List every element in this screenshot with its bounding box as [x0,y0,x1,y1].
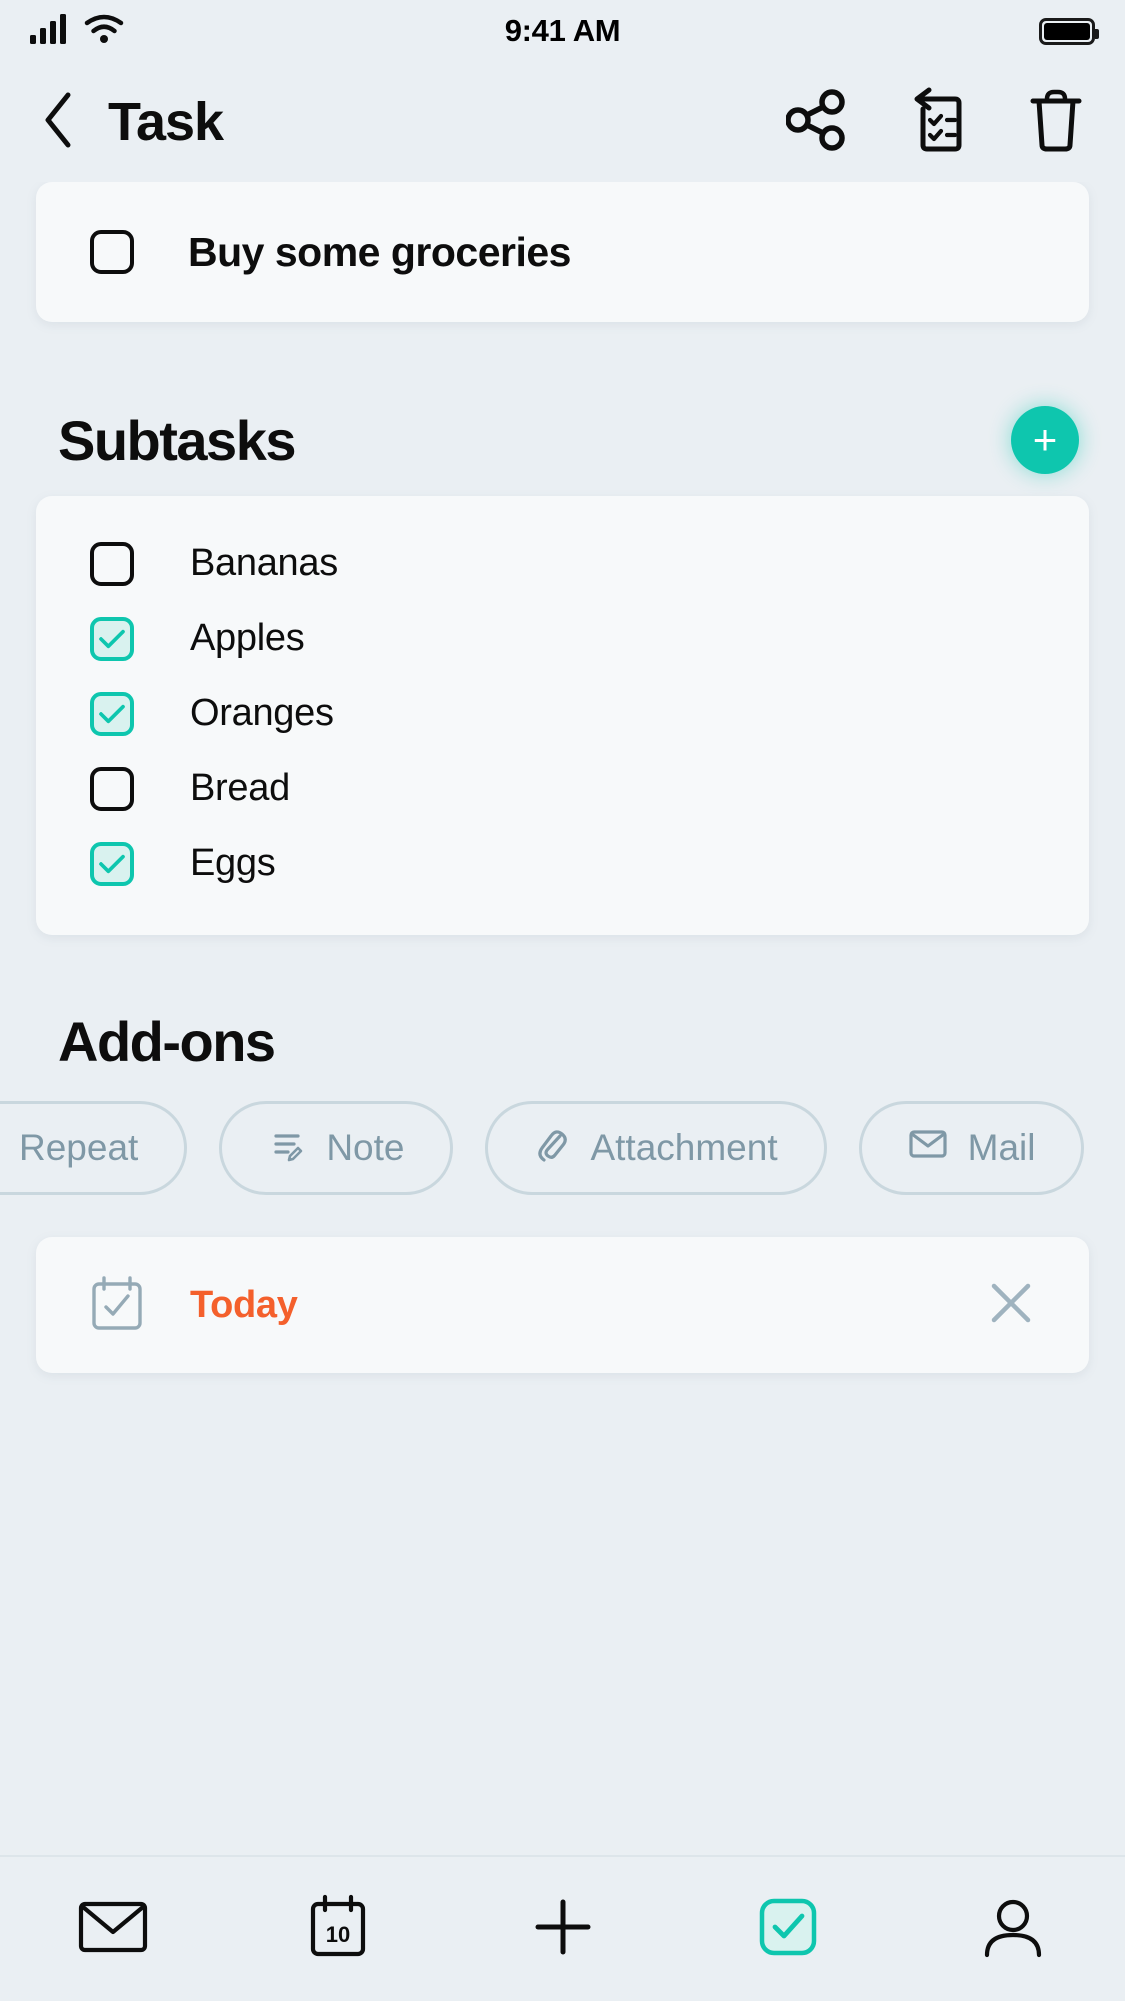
subtasks-list: Bananas Apples Oranges Bread Eggs [36,496,1089,935]
addons-chip-row[interactable]: Repeat Note Attachment Mail [0,1101,1125,1195]
close-icon [985,1283,1037,1333]
nav-tasks[interactable] [733,1874,843,1984]
subtask-checkbox[interactable] [90,766,134,811]
check-square-icon [757,1896,819,1963]
status-bar-clock: 9:41 AM [504,13,621,48]
subtask-label: Oranges [190,692,334,734]
task-title: Buy some groceries [188,228,571,275]
chip-mail[interactable]: Mail [858,1101,1085,1195]
addons-title: Add-ons [58,1009,276,1073]
subtask-checkbox[interactable] [90,691,134,736]
task-detail-screen: 9:41 AM Task Buy some groceries Subtasks… [0,0,1125,2001]
chevron-left-icon [41,91,75,154]
note-icon [268,1125,306,1172]
paperclip-icon [534,1125,570,1172]
subtask-row[interactable]: Apples [36,601,1089,676]
chip-repeat[interactable]: Repeat [0,1101,188,1195]
subtask-row[interactable]: Bread [36,751,1089,826]
subtasks-title: Subtasks [58,408,297,472]
plus-icon: + [1032,416,1058,463]
plus-icon [530,1894,596,1965]
subtask-label: Bananas [190,542,338,584]
calendar-check-icon [88,1274,146,1337]
screen-content: Buy some groceries Subtasks + Bananas Ap… [0,182,1125,1855]
subtasks-header: Subtasks + [0,384,1125,496]
subtask-row[interactable]: Oranges [36,676,1089,751]
subtask-checkbox[interactable] [90,541,134,586]
addons-header: Add-ons [0,985,1125,1097]
nav-calendar[interactable]: 10 [283,1874,393,1984]
chip-attachment[interactable]: Attachment [485,1101,827,1195]
chip-label: Attachment [590,1127,778,1168]
remove-due-date-button[interactable] [985,1277,1037,1334]
chip-label: Repeat [19,1127,139,1168]
share-icon [785,88,846,156]
back-button[interactable] [30,92,86,152]
due-date-row[interactable]: Today [36,1237,1089,1373]
status-bar: 9:41 AM [0,0,1125,62]
chip-label: Mail [967,1127,1036,1168]
chip-note[interactable]: Note [219,1101,454,1195]
task-card[interactable]: Buy some groceries [36,182,1089,322]
share-button[interactable] [785,88,847,156]
envelope-icon [78,1899,148,1960]
nav-mail[interactable] [58,1874,168,1984]
page-title: Task [108,92,224,152]
move-to-list-icon [905,87,967,158]
svg-text:10: 10 [325,1922,349,1947]
app-header: Task [0,62,1125,182]
move-to-list-button[interactable] [905,87,967,153]
calendar-icon: 10 [307,1894,369,1965]
subtask-label: Apples [190,617,305,659]
battery-full-icon [1039,17,1099,45]
trash-icon [1027,87,1085,158]
subtask-label: Bread [190,767,290,809]
task-checkbox[interactable] [90,230,134,274]
subtask-checkbox[interactable] [90,841,134,886]
add-subtask-button[interactable]: + [1011,406,1079,474]
delete-button[interactable] [1025,89,1087,153]
subtask-label: Eggs [190,842,276,884]
subtask-row[interactable]: Eggs [36,826,1089,901]
subtask-checkbox[interactable] [90,616,134,661]
subtask-row[interactable]: Bananas [36,526,1089,601]
chip-label: Note [326,1127,405,1168]
bottom-navigation: 10 [0,1855,1125,2001]
nav-profile[interactable] [958,1874,1068,1984]
nav-add[interactable] [508,1874,618,1984]
person-icon [981,1895,1045,1964]
due-date-label: Today [190,1283,298,1326]
envelope-icon [908,1127,948,1170]
header-actions [785,87,1087,156]
status-bar-right [1039,17,1099,45]
